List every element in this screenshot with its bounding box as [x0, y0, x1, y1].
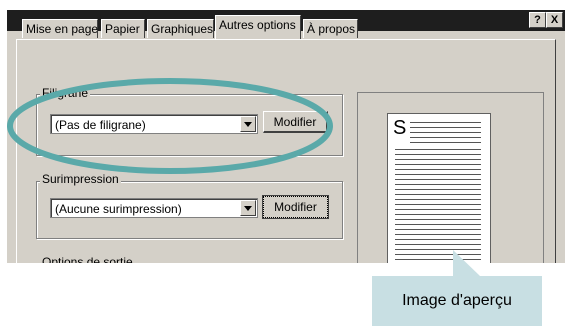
highlight-ellipse	[7, 78, 333, 174]
tab-autres-options[interactable]: Autres options	[215, 15, 301, 39]
highlight-ellipse-shape	[7, 78, 333, 174]
